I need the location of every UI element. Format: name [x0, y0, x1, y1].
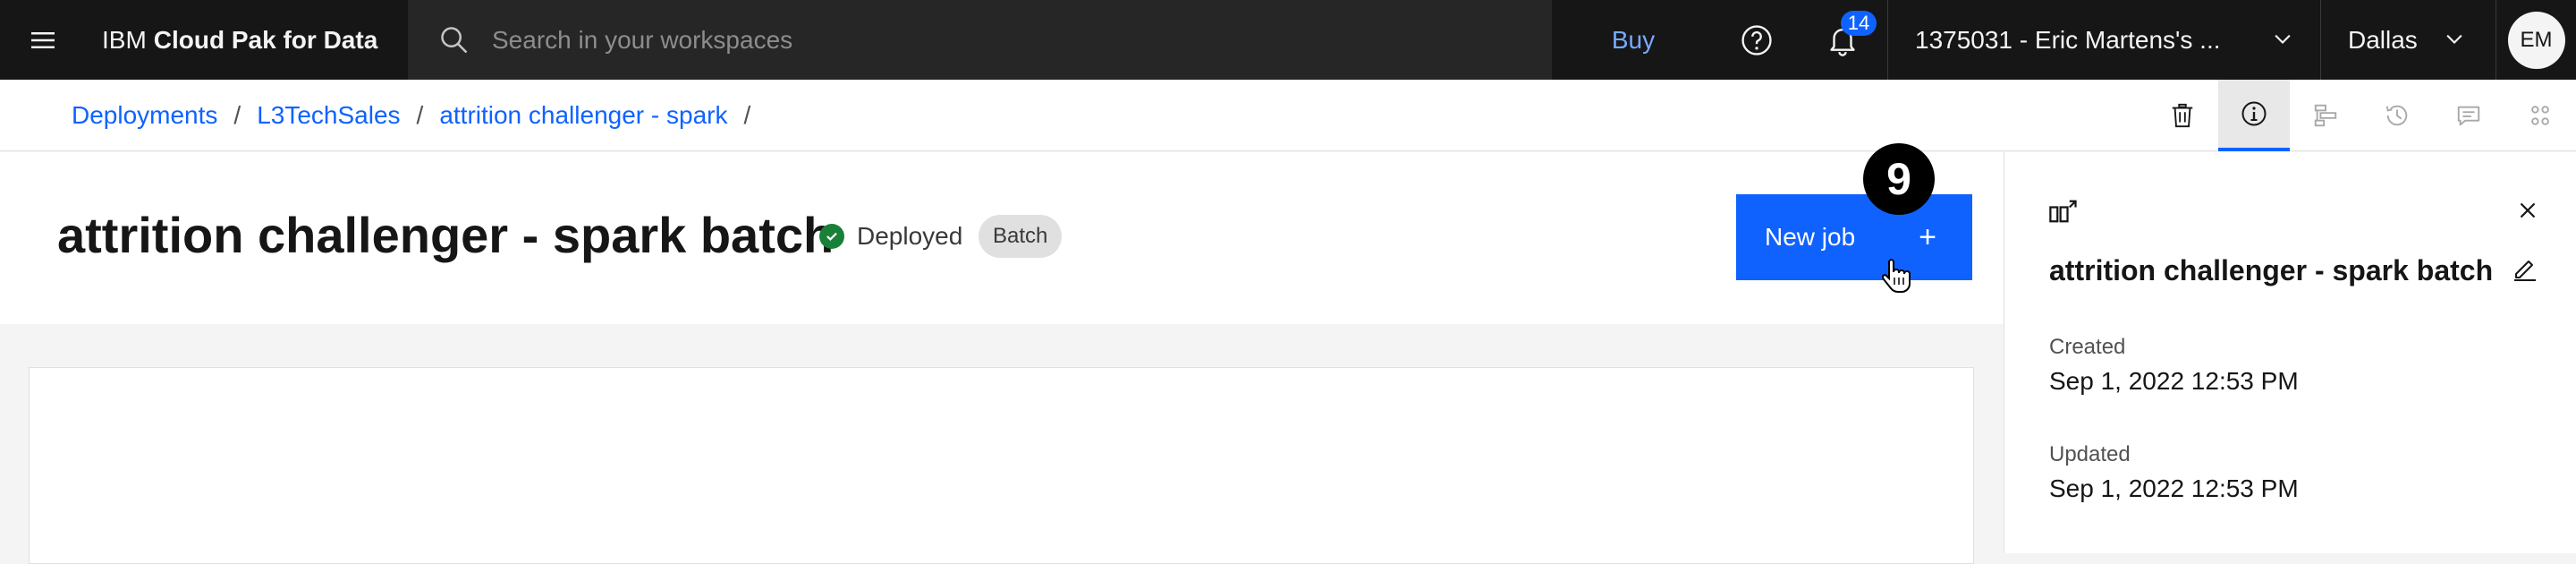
notification-badge: 14 — [1841, 11, 1877, 36]
buy-link[interactable]: Buy — [1583, 0, 1683, 80]
settings-adjust-icon[interactable] — [2504, 80, 2576, 151]
batch-deployment-icon — [2049, 200, 2077, 223]
delete-icon[interactable] — [2147, 80, 2218, 151]
page-toolbar — [2147, 80, 2576, 151]
panel-title: attrition challenger - spark batch — [2049, 254, 2494, 286]
breadcrumb-separator: / — [743, 101, 751, 129]
close-icon[interactable] — [2514, 197, 2541, 224]
page-title: attrition challenger - spark batch — [57, 207, 835, 263]
details-side-panel: attrition challenger - spark batch Creat… — [2004, 152, 2576, 553]
updated-value: Sep 1, 2022 12:53 PM — [2049, 474, 2299, 502]
jobs-content-area — [29, 367, 1974, 564]
help-icon[interactable] — [1714, 0, 1800, 80]
edit-icon[interactable] — [2511, 254, 2539, 283]
region-switcher[interactable]: Dallas — [2320, 0, 2496, 80]
step-number-badge: 9 — [1863, 143, 1935, 215]
comment-icon[interactable] — [2433, 80, 2504, 151]
add-icon: + — [1919, 220, 1936, 254]
updated-label: Updated — [2049, 442, 2131, 466]
avatar[interactable]: EM — [2507, 11, 2565, 69]
info-icon[interactable] — [2218, 80, 2290, 151]
breadcrumb-separator: / — [233, 101, 242, 129]
new-job-button[interactable]: New job + — [1736, 194, 1972, 280]
breadcrumb-space[interactable]: L3TechSales — [257, 101, 400, 130]
new-job-label: New job — [1765, 223, 1856, 251]
menu-icon[interactable] — [0, 0, 86, 80]
chevron-down-icon — [2275, 34, 2291, 44]
breadcrumb-separator: / — [416, 101, 424, 129]
type-tag: Batch — [979, 215, 1063, 258]
region-name: Dallas — [2348, 25, 2418, 54]
breadcrumb: Deployments / L3TechSales / attrition ch… — [72, 80, 767, 151]
breadcrumb-deployment[interactable]: attrition challenger - spark — [439, 101, 727, 130]
product-prefix: IBM — [102, 25, 147, 54]
top-header: IBM Cloud Pak for Data Buy 14 1375031 - … — [0, 0, 2576, 80]
created-label: Created — [2049, 335, 2126, 359]
history-icon[interactable] — [2361, 80, 2433, 151]
product-title: Cloud Pak for Data — [153, 25, 378, 54]
account-name: 1375031 - Eric Martens's ... — [1915, 25, 2221, 54]
breadcrumb-bar: Deployments / L3TechSales / attrition ch… — [0, 80, 2576, 151]
breadcrumb-deployments[interactable]: Deployments — [72, 101, 217, 130]
notification-icon[interactable]: 14 — [1800, 0, 1885, 80]
status-indicator: Deployed — [819, 218, 962, 254]
search-bar[interactable] — [408, 0, 1552, 80]
status-text: Deployed — [857, 222, 963, 250]
product-name[interactable]: IBM Cloud Pak for Data — [102, 0, 377, 80]
search-input[interactable] — [492, 25, 1476, 55]
pointer-hand-icon — [1882, 259, 1911, 293]
search-icon[interactable] — [436, 22, 472, 58]
user-menu[interactable]: EM — [2496, 0, 2576, 80]
chevron-down-icon — [2446, 34, 2462, 44]
account-switcher[interactable]: 1375031 - Eric Martens's ... — [1887, 0, 2320, 80]
created-value: Sep 1, 2022 12:53 PM — [2049, 367, 2299, 395]
checkmark-icon — [819, 224, 844, 249]
hierarchy-icon[interactable] — [2290, 80, 2361, 151]
